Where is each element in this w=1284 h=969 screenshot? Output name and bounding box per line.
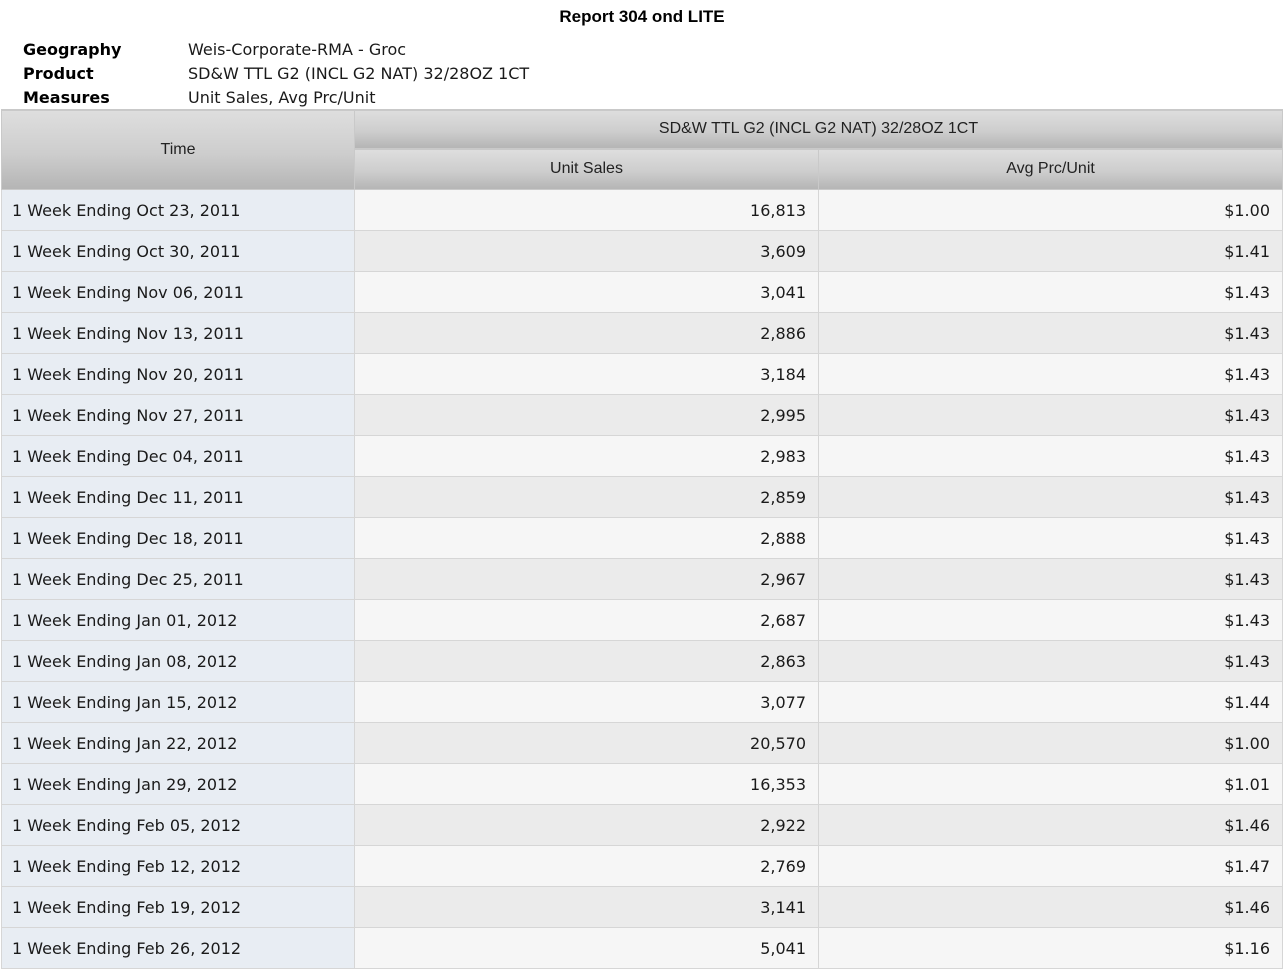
table-row: 1 Week Ending Dec 25, 2011 2,967 $1.43 xyxy=(1,558,1283,600)
data-grid-body: 1 Week Ending Oct 23, 2011 16,813 $1.00 1 W… xyxy=(1,189,1283,969)
table-row: 1 Week Ending Dec 18, 2011 2,888 $1.43 xyxy=(1,517,1283,559)
avg-price-column-header[interactable]: Avg Prc/Unit xyxy=(818,148,1283,190)
avg-price-cell: $1.43 xyxy=(818,599,1283,641)
avg-price-cell: $1.43 xyxy=(818,394,1283,436)
table-row: 1 Week Ending Jan 15, 2012 3,077 $1.44 xyxy=(1,681,1283,723)
unit-sales-cell: 3,184 xyxy=(354,353,819,395)
table-row: 1 Week Ending Nov 20, 2011 3,184 $1.43 xyxy=(1,353,1283,395)
meta-row-geography: Geography Weis-Corporate-RMA - Groc xyxy=(23,37,529,61)
avg-price-cell: $1.43 xyxy=(818,517,1283,559)
unit-sales-cell: 2,995 xyxy=(354,394,819,436)
table-row: 1 Week Ending Nov 13, 2011 2,886 $1.43 xyxy=(1,312,1283,354)
unit-sales-cell: 3,077 xyxy=(354,681,819,723)
unit-sales-cell: 5,041 xyxy=(354,927,819,969)
time-period-cell[interactable]: 1 Week Ending Feb 19, 2012 xyxy=(1,886,355,928)
avg-price-cell: $1.43 xyxy=(818,640,1283,682)
time-period-cell[interactable]: 1 Week Ending Jan 08, 2012 xyxy=(1,640,355,682)
meta-row-measures: Measures Unit Sales, Avg Prc/Unit xyxy=(23,85,529,109)
table-row: 1 Week Ending Oct 30, 2011 3,609 $1.41 xyxy=(1,230,1283,272)
meta-label-product: Product xyxy=(23,63,94,83)
avg-price-cell: $1.43 xyxy=(818,435,1283,477)
report-title: Report 304 ond LITE xyxy=(559,7,725,26)
avg-price-cell: $1.44 xyxy=(818,681,1283,723)
unit-sales-cell: 2,888 xyxy=(354,517,819,559)
table-row: 1 Week Ending Feb 05, 2012 2,922 $1.46 xyxy=(1,804,1283,846)
unit-sales-cell: 2,922 xyxy=(354,804,819,846)
table-row: 1 Week Ending Feb 12, 2012 2,769 $1.47 xyxy=(1,845,1283,887)
meta-label-geography: Geography xyxy=(23,39,122,59)
avg-price-cell: $1.01 xyxy=(818,763,1283,805)
unit-sales-cell: 16,813 xyxy=(354,189,819,231)
table-row: 1 Week Ending Nov 06, 2011 3,041 $1.43 xyxy=(1,271,1283,313)
avg-price-cell: $1.47 xyxy=(818,845,1283,887)
time-period-cell[interactable]: 1 Week Ending Feb 05, 2012 xyxy=(1,804,355,846)
unit-sales-cell: 2,769 xyxy=(354,845,819,887)
report-meta: Geography Weis-Corporate-RMA - Groc Prod… xyxy=(23,37,529,109)
time-period-cell[interactable]: 1 Week Ending Nov 20, 2011 xyxy=(1,353,355,395)
meta-row-product: Product SD&W TTL G2 (INCL G2 NAT) 32/28O… xyxy=(23,61,529,85)
avg-price-cell: $1.16 xyxy=(818,927,1283,969)
time-period-cell[interactable]: 1 Week Ending Dec 18, 2011 xyxy=(1,517,355,559)
time-period-cell[interactable]: 1 Week Ending Oct 23, 2011 xyxy=(1,189,355,231)
time-period-cell[interactable]: 1 Week Ending Oct 30, 2011 xyxy=(1,230,355,272)
time-period-cell[interactable]: 1 Week Ending Jan 15, 2012 xyxy=(1,681,355,723)
avg-price-cell: $1.43 xyxy=(818,353,1283,395)
unit-sales-cell: 2,967 xyxy=(354,558,819,600)
data-grid: Time SD&W TTL G2 (INCL G2 NAT) 32/28OZ 1… xyxy=(1,109,1283,969)
time-period-cell[interactable]: 1 Week Ending Jan 29, 2012 xyxy=(1,763,355,805)
meta-label-measures: Measures xyxy=(23,87,110,107)
time-period-cell[interactable]: 1 Week Ending Dec 04, 2011 xyxy=(1,435,355,477)
unit-sales-cell: 20,570 xyxy=(354,722,819,764)
unit-sales-cell: 3,609 xyxy=(354,230,819,272)
time-period-cell[interactable]: 1 Week Ending Feb 26, 2012 xyxy=(1,927,355,969)
time-period-cell[interactable]: 1 Week Ending Dec 25, 2011 xyxy=(1,558,355,600)
time-period-cell[interactable]: 1 Week Ending Feb 12, 2012 xyxy=(1,845,355,887)
time-period-cell[interactable]: 1 Week Ending Nov 27, 2011 xyxy=(1,394,355,436)
table-row: 1 Week Ending Feb 19, 2012 3,141 $1.46 xyxy=(1,886,1283,928)
unit-sales-cell: 2,983 xyxy=(354,435,819,477)
avg-price-cell: $1.41 xyxy=(818,230,1283,272)
table-row: 1 Week Ending Jan 01, 2012 2,687 $1.43 xyxy=(1,599,1283,641)
table-row: 1 Week Ending Feb 26, 2012 5,041 $1.16 xyxy=(1,927,1283,969)
time-period-cell[interactable]: 1 Week Ending Jan 22, 2012 xyxy=(1,722,355,764)
unit-sales-column-header[interactable]: Unit Sales xyxy=(354,148,819,190)
unit-sales-cell: 2,886 xyxy=(354,312,819,354)
time-period-cell[interactable]: 1 Week Ending Dec 11, 2011 xyxy=(1,476,355,518)
unit-sales-cell: 3,041 xyxy=(354,271,819,313)
table-row: 1 Week Ending Oct 23, 2011 16,813 $1.00 xyxy=(1,189,1283,231)
unit-sales-cell: 2,687 xyxy=(354,599,819,641)
table-row: 1 Week Ending Dec 11, 2011 2,859 $1.43 xyxy=(1,476,1283,518)
avg-price-cell: $1.46 xyxy=(818,804,1283,846)
time-period-cell[interactable]: 1 Week Ending Jan 01, 2012 xyxy=(1,599,355,641)
time-period-cell[interactable]: 1 Week Ending Nov 06, 2011 xyxy=(1,271,355,313)
meta-value-geography: Weis-Corporate-RMA - Groc xyxy=(188,39,407,59)
unit-sales-cell: 3,141 xyxy=(354,886,819,928)
unit-sales-cell: 2,859 xyxy=(354,476,819,518)
avg-price-cell: $1.46 xyxy=(818,886,1283,928)
table-row: 1 Week Ending Dec 04, 2011 2,983 $1.43 xyxy=(1,435,1283,477)
table-row: 1 Week Ending Jan 22, 2012 20,570 $1.00 xyxy=(1,722,1283,764)
avg-price-cell: $1.43 xyxy=(818,476,1283,518)
product-group-header[interactable]: SD&W TTL G2 (INCL G2 NAT) 32/28OZ 1CT xyxy=(354,109,1283,149)
avg-price-cell: $1.43 xyxy=(818,312,1283,354)
meta-value-product: SD&W TTL G2 (INCL G2 NAT) 32/28OZ 1CT xyxy=(188,63,530,83)
time-period-cell[interactable]: 1 Week Ending Nov 13, 2011 xyxy=(1,312,355,354)
meta-value-measures: Unit Sales, Avg Prc/Unit xyxy=(188,87,376,107)
avg-price-cell: $1.00 xyxy=(818,722,1283,764)
unit-sales-cell: 16,353 xyxy=(354,763,819,805)
table-row: 1 Week Ending Jan 08, 2012 2,863 $1.43 xyxy=(1,640,1283,682)
avg-price-cell: $1.43 xyxy=(818,271,1283,313)
table-row: 1 Week Ending Nov 27, 2011 2,995 $1.43 xyxy=(1,394,1283,436)
time-column-header[interactable]: Time xyxy=(1,109,355,190)
avg-price-cell: $1.43 xyxy=(818,558,1283,600)
unit-sales-cell: 2,863 xyxy=(354,640,819,682)
table-row: 1 Week Ending Jan 29, 2012 16,353 $1.01 xyxy=(1,763,1283,805)
avg-price-cell: $1.00 xyxy=(818,189,1283,231)
